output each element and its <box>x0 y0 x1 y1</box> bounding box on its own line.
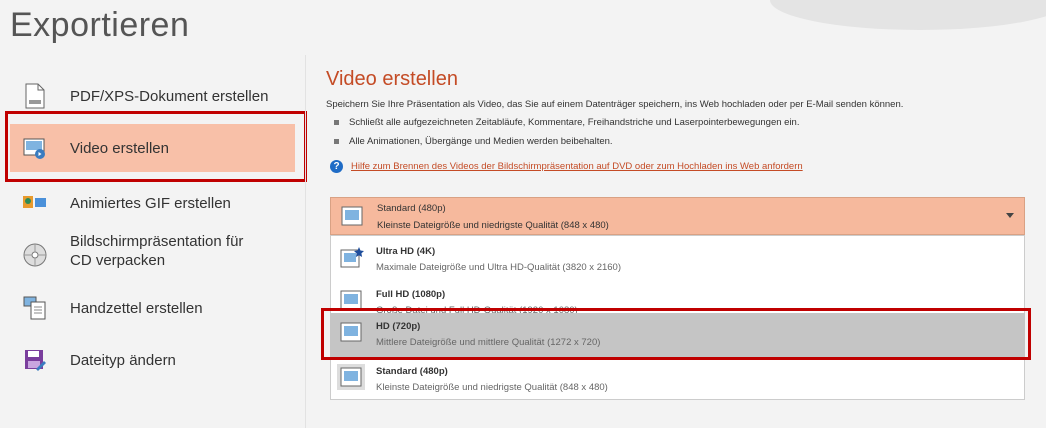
bullet-square-icon <box>334 139 339 144</box>
menu-item-handout[interactable]: Handzettel erstellen <box>10 293 295 323</box>
menu-item-filetype[interactable]: Dateityp ändern <box>10 345 295 375</box>
bullet-item: Schließt alle aufgezeichneten Zeitabläuf… <box>334 117 799 128</box>
menu-item-label: Animiertes GIF erstellen <box>70 194 231 212</box>
menu-item-pdf[interactable]: PDF/XPS-Dokument erstellen <box>10 76 295 116</box>
quality-standard-icon <box>341 206 363 226</box>
dropdown-selected-desc: Kleinste Dateigröße und niedrigste Quali… <box>377 220 609 231</box>
bullet-text: Schließt alle aufgezeichneten Zeitabläuf… <box>349 117 800 128</box>
help-row[interactable]: ? Hilfe zum Brennen des Videos der Bilds… <box>330 160 803 173</box>
video-quality-dropdown[interactable]: Standard (480p) Kleinste Dateigröße und … <box>330 197 1025 235</box>
section-description: Speichern Sie Ihre Präsentation als Vide… <box>326 99 904 110</box>
option-ultra-hd[interactable]: Ultra HD (4K) Maximale Dateigröße und Ul… <box>330 238 1025 282</box>
section-title: Video erstellen <box>326 68 458 90</box>
option-standard[interactable]: Standard (480p) Kleinste Dateigröße und … <box>330 358 1025 402</box>
gif-icon <box>22 190 48 216</box>
menu-item-label: Dateityp ändern <box>70 351 176 369</box>
menu-item-label: Handzettel erstellen <box>70 299 203 317</box>
help-question-icon: ? <box>330 160 343 173</box>
help-link[interactable]: Hilfe zum Brennen des Videos der Bildsch… <box>351 161 803 172</box>
option-title: Full HD (1080p) <box>376 289 446 300</box>
quality-480p-icon <box>337 364 365 390</box>
annotation-highlight-video <box>5 111 307 182</box>
option-title: Standard (480p) <box>376 366 448 377</box>
handout-icon <box>22 295 48 321</box>
menu-item-gif[interactable]: Animiertes GIF erstellen <box>10 188 295 218</box>
option-title: Ultra HD (4K) <box>376 246 436 257</box>
background-swoosh <box>770 0 1046 30</box>
menu-item-cd[interactable]: Bildschirmpräsentation für CD verpacken <box>10 232 295 280</box>
pane-divider <box>305 55 306 428</box>
bullet-text: Alle Animationen, Übergänge und Medien w… <box>349 136 613 147</box>
annotation-highlight-hd <box>321 308 1031 360</box>
menu-item-label: PDF/XPS-Dokument erstellen <box>70 87 269 105</box>
quality-4k-icon <box>340 247 364 268</box>
dropdown-selected-title: Standard (480p) <box>377 203 446 214</box>
save-as-icon <box>22 347 48 373</box>
page-title: Exportieren <box>10 6 190 44</box>
quality-1080p-icon <box>340 290 362 310</box>
option-desc: Kleinste Dateigröße und niedrigste Quali… <box>376 382 608 393</box>
cd-icon <box>22 242 48 268</box>
option-desc: Maximale Dateigröße und Ultra HD-Qualitä… <box>376 262 621 273</box>
chevron-down-icon <box>1006 213 1014 218</box>
bullet-square-icon <box>334 120 339 125</box>
bullet-item: Alle Animationen, Übergänge und Medien w… <box>334 136 613 147</box>
pdf-document-icon <box>22 83 48 109</box>
menu-item-label: Bildschirmpräsentation für CD verpacken <box>70 233 244 269</box>
